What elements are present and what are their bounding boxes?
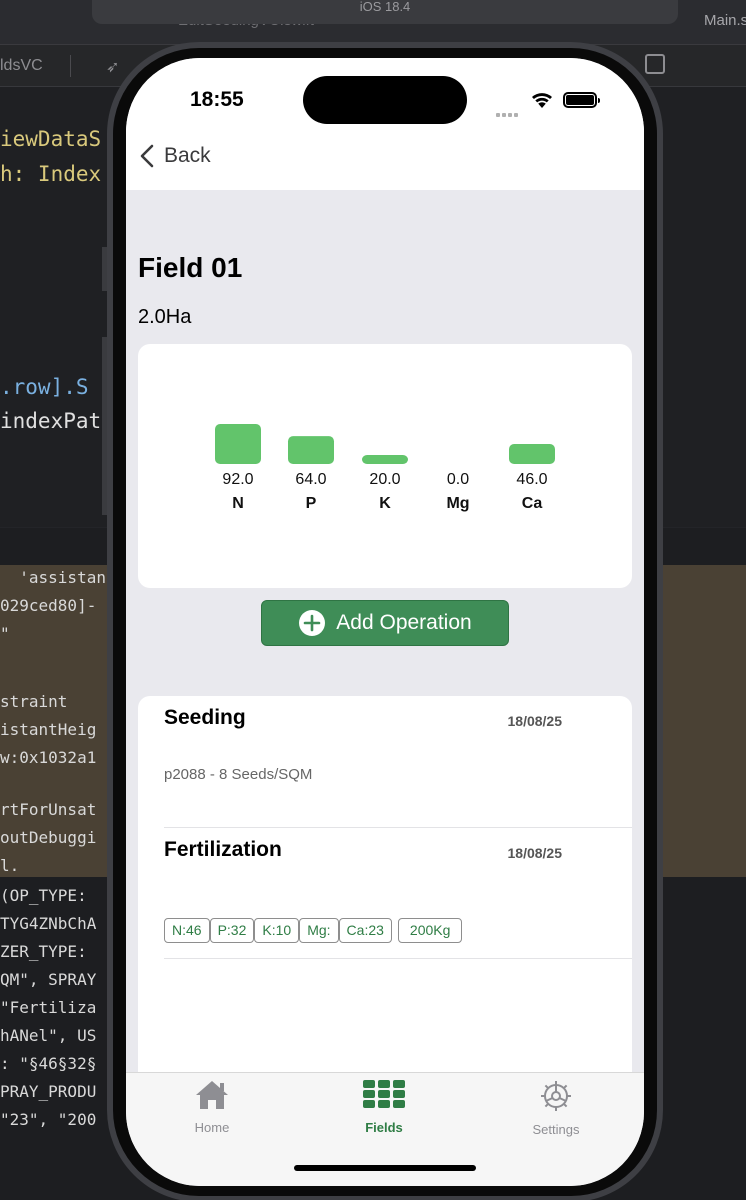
home-indicator <box>294 1165 476 1171</box>
status-bar: 18:55 Back <box>126 58 644 190</box>
operation-description: p2088 - 8 Seeds/SQM <box>164 766 313 783</box>
console-line: l. <box>0 856 20 875</box>
status-time: 18:55 <box>190 88 244 111</box>
nutrient-card: 92.0 N 64.0 P 20.0 K 0.0 Mg 46.0 Ca <box>138 344 632 588</box>
bar-category-label: N <box>232 495 244 512</box>
operation-name: Fertilization <box>164 838 282 861</box>
wifi-icon <box>532 93 552 108</box>
console-line: ZER_TYPE: <box>0 942 87 961</box>
xcode-title-pill: iOS 18.4 <box>92 0 678 24</box>
xcode-jump-crumb[interactable]: ldsVC <box>0 57 43 75</box>
console-line: istantHeig <box>0 720 97 739</box>
divider <box>164 958 632 959</box>
operation-item-fertilization[interactable]: Fertilization 18/08/25 N:46 P:32 K:10 Mg… <box>138 828 632 960</box>
bar-category-label: Ca <box>522 495 543 512</box>
console-line: straint <box>0 692 68 711</box>
field-area: 2.0Ha <box>138 306 192 328</box>
operation-item-seeding[interactable]: Seeding 18/08/25 p2088 - 8 Seeds/SQM <box>138 696 632 828</box>
code-line: .row].S <box>0 375 89 399</box>
nutrient-tag: Mg: <box>299 918 339 943</box>
operations-list: Seeding 18/08/25 p2088 - 8 Seeds/SQM Fer… <box>138 696 632 1116</box>
console-line: : "§46§32§ <box>0 1054 97 1073</box>
battery-icon <box>563 92 600 108</box>
bar-category-label: Mg <box>446 495 469 512</box>
console-line: " <box>0 624 10 643</box>
field-title: Field 01 <box>138 252 243 283</box>
tab-label: Fields <box>365 1120 403 1135</box>
console-line: "23", "200 <box>0 1110 97 1129</box>
console-line: 029ced80]- <box>0 596 97 615</box>
nutrient-tags: N:46 P:32 K:10 Mg: Ca:23 200Kg <box>164 918 463 943</box>
gear-icon <box>541 1081 571 1111</box>
plus-circle-icon <box>299 610 326 636</box>
console-line: 'assistan <box>0 568 106 587</box>
cellular-signal-icon <box>496 104 520 122</box>
back-button[interactable]: Back <box>140 144 211 168</box>
jump-divider <box>70 55 71 77</box>
tab-settings[interactable]: Settings <box>501 1079 611 1137</box>
bar-category-label: P <box>306 495 317 512</box>
nutrient-bar-chart: 92.0 N 64.0 P 20.0 K 0.0 Mg 46.0 Ca <box>215 424 555 512</box>
bar-value-label: 92.0 <box>222 471 253 488</box>
console-line: outDebuggi <box>0 828 97 847</box>
tab-label: Settings <box>532 1122 580 1137</box>
xcode-main-tab[interactable]: Main.s <box>704 12 746 29</box>
tab-home[interactable]: Home <box>157 1079 267 1135</box>
tab-bar: Home Fields Settings <box>126 1072 644 1186</box>
bar-value-label: 64.0 <box>295 471 326 488</box>
operation-name: Seeding <box>164 706 246 729</box>
phone-screen: 18:55 Back Field 01 2.0Ha 92.0 N 64.0 P 20.0… <box>126 58 644 1186</box>
back-label: Back <box>164 144 211 167</box>
swift-icon: ➶ <box>106 59 120 76</box>
operation-date: 18/08/25 <box>507 845 563 861</box>
console-line: (OP_TYPE: <box>0 886 87 905</box>
bar-category-label: K <box>379 495 391 512</box>
bar-value-label: 0.0 <box>447 471 469 488</box>
dynamic-island <box>303 76 467 124</box>
console-line: PRAY_PRODU <box>0 1082 97 1101</box>
house-icon <box>196 1081 228 1109</box>
console-line: hANel", US <box>0 1026 97 1045</box>
console-line: "Fertiliza <box>0 998 97 1017</box>
code-line: h: Index <box>0 162 102 186</box>
add-operation-label: Add Operation <box>336 611 472 634</box>
bar-p <box>288 436 334 464</box>
console-line: QM", SPRAY <box>0 970 97 989</box>
bar-value-label: 20.0 <box>369 471 400 488</box>
nutrient-tag: Ca:23 <box>338 918 392 943</box>
add-editor-icon[interactable] <box>645 54 665 74</box>
bar-value-label: 46.0 <box>516 471 547 488</box>
console-line: rtForUnsat <box>0 800 97 819</box>
bar-n <box>215 424 261 464</box>
bar-ca <box>509 444 555 464</box>
console-line: TYG4ZNbChA <box>0 914 97 933</box>
console-line: w:0x1032a1 <box>0 748 97 767</box>
operation-date: 18/08/25 <box>507 713 563 729</box>
nutrient-tag: P:32 <box>209 918 255 943</box>
bar-k <box>362 455 408 464</box>
add-operation-button[interactable]: Add Operation <box>261 600 509 646</box>
nutrient-tag: N:46 <box>164 918 210 943</box>
tab-fields[interactable]: Fields <box>329 1079 439 1135</box>
code-line: iewDataS <box>0 127 102 151</box>
amount-tag: 200Kg <box>397 918 463 943</box>
tab-label: Home <box>194 1120 230 1135</box>
code-line: indexPat <box>0 409 102 433</box>
chevron-left-icon <box>140 144 154 168</box>
grid-icon <box>363 1080 405 1108</box>
nutrient-tag: K:10 <box>254 918 300 943</box>
